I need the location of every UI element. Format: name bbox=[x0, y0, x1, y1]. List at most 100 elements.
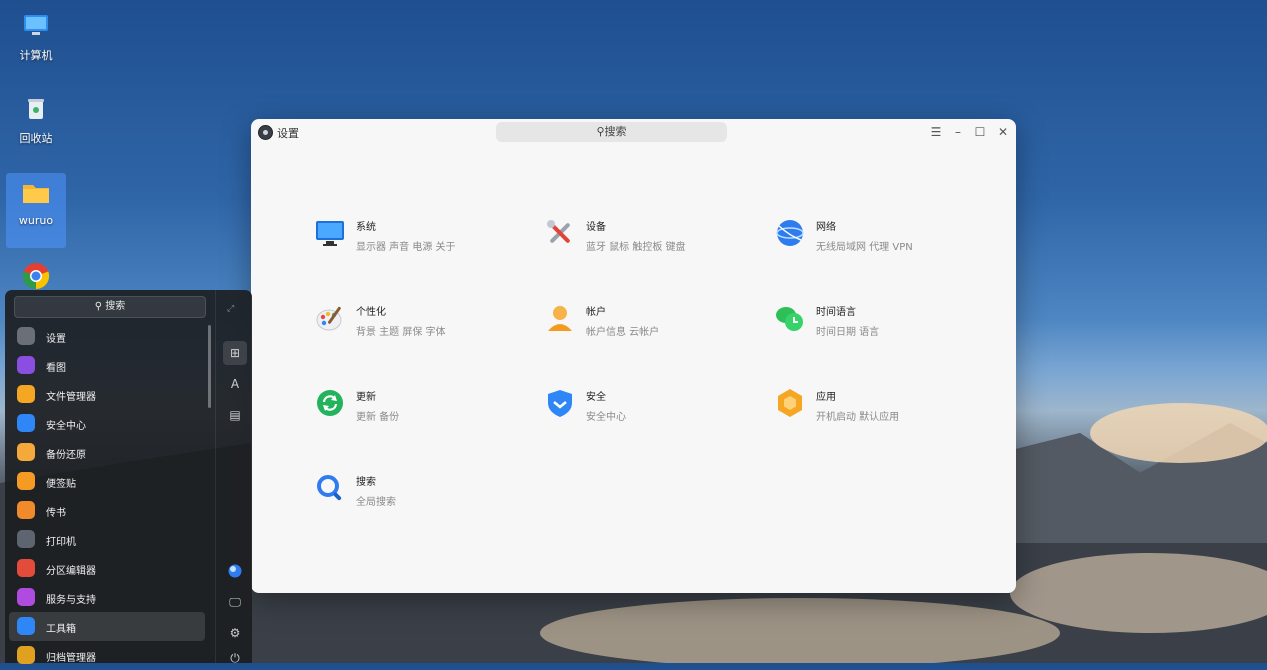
item-title: 应用 bbox=[816, 392, 836, 403]
app-icon bbox=[17, 385, 35, 403]
desktop-icon-label: wuruo bbox=[18, 214, 54, 227]
item-title: 个性化 bbox=[356, 307, 386, 318]
user-icon bbox=[548, 306, 572, 331]
item-subtitle: 时间日期 语言 bbox=[816, 327, 880, 338]
item-subtitle: 更新 备份 bbox=[356, 412, 400, 423]
app-list-scrollbar[interactable] bbox=[208, 325, 211, 408]
settings-window: 设置 ⚲搜索 ☰ – ☐ ✕ 系统 显示器 声音 电源 关于 设备 蓝牙 鼠标 … bbox=[251, 119, 1016, 593]
app-label: 备份还原 bbox=[46, 450, 86, 461]
app-icon bbox=[17, 356, 35, 374]
window-title: 设置 bbox=[277, 127, 299, 140]
globe-icon bbox=[776, 220, 804, 246]
launcher-sidebar: ⊞ A ▤ 🖵 ⚙ ⏻ bbox=[215, 290, 253, 663]
item-title: 搜索 bbox=[356, 477, 376, 488]
power-icon[interactable]: ⏻ bbox=[223, 648, 247, 663]
launcher-app-item[interactable]: 工具箱 bbox=[9, 612, 205, 641]
chat-clock-icon bbox=[776, 307, 803, 331]
minimize-button[interactable]: – bbox=[950, 124, 966, 140]
launcher-app-item[interactable]: 服务与支持 bbox=[9, 583, 205, 612]
settings-item-system[interactable]: 系统 显示器 声音 电源 关于 bbox=[315, 218, 535, 262]
app-icon bbox=[17, 559, 35, 577]
launcher-app-item[interactable]: 打印机 bbox=[9, 525, 205, 554]
desktop-computer-icon[interactable]: 计算机 bbox=[6, 12, 66, 63]
shield-icon bbox=[548, 390, 572, 417]
folder-icon bbox=[23, 185, 49, 203]
maximize-button[interactable]: ☐ bbox=[972, 124, 988, 140]
app-icon bbox=[17, 414, 35, 432]
monitor-icon bbox=[316, 221, 344, 246]
app-icon bbox=[17, 588, 35, 606]
desktop-trash-icon[interactable]: 回收站 bbox=[6, 95, 66, 146]
app-icon bbox=[17, 530, 35, 548]
app-icon bbox=[17, 617, 35, 635]
settings-item-account[interactable]: 帐户 帐户信息 云帐户 bbox=[545, 303, 765, 347]
item-title: 更新 bbox=[356, 392, 376, 403]
launcher-app-item[interactable]: 设置 bbox=[9, 322, 205, 351]
titlebar: 设置 ⚲搜索 ☰ – ☐ ✕ bbox=[251, 119, 1016, 145]
item-subtitle: 开机启动 默认应用 bbox=[816, 412, 900, 423]
settings-item-network[interactable]: 网络 无线局域网 代理 VPN bbox=[775, 218, 995, 262]
app-label: 便签贴 bbox=[46, 479, 76, 490]
app-label: 分区编辑器 bbox=[46, 566, 96, 577]
item-title: 安全 bbox=[586, 392, 606, 403]
palette-icon bbox=[316, 306, 342, 331]
user-avatar-icon[interactable] bbox=[223, 559, 247, 583]
app-label: 归档管理器 bbox=[46, 653, 96, 664]
launcher-app-item[interactable]: 文件管理器 bbox=[9, 380, 205, 409]
settings-item-applications[interactable]: 应用 开机启动 默认应用 bbox=[775, 388, 995, 432]
desktop-icon-label: 计算机 bbox=[19, 49, 53, 62]
item-title: 帐户 bbox=[586, 307, 606, 318]
search-icon: ⚲ bbox=[596, 125, 605, 138]
item-subtitle: 安全中心 bbox=[586, 412, 626, 423]
launcher-app-item[interactable]: 备份还原 bbox=[9, 438, 205, 467]
settings-app-icon bbox=[258, 125, 273, 140]
item-title: 时间语言 bbox=[816, 307, 856, 318]
start-menu: ⚲ 搜索 ⤢ 设置 看图 文件管理器 安全中心 备份还原 便签贴 传书 打印机 分区编辑器 服务与… bbox=[5, 290, 253, 664]
letter-sort-icon[interactable]: A bbox=[223, 372, 247, 396]
app-label: 看图 bbox=[46, 363, 66, 374]
launcher-app-item[interactable]: 看图 bbox=[9, 351, 205, 380]
settings-item-devices[interactable]: 设备 蓝牙 鼠标 触控板 键盘 bbox=[545, 218, 765, 262]
launcher-app-item[interactable]: 安全中心 bbox=[9, 409, 205, 438]
menu-button[interactable]: ☰ bbox=[928, 124, 944, 140]
settings-item-search[interactable]: 搜索 全局搜索 bbox=[315, 473, 535, 517]
launcher-search-input[interactable]: ⚲ 搜索 bbox=[14, 296, 206, 318]
settings-item-security[interactable]: 安全 安全中心 bbox=[545, 388, 765, 432]
settings-item-time-language[interactable]: 时间语言 时间日期 语言 bbox=[775, 303, 995, 347]
search-icon: ⚲ bbox=[94, 301, 106, 312]
launcher-app-item[interactable]: 便签贴 bbox=[9, 467, 205, 496]
desktop-folder-icon[interactable]: wuruo bbox=[6, 173, 66, 248]
grid-view-icon[interactable]: ⊞ bbox=[223, 341, 247, 365]
app-hexagon-icon bbox=[778, 389, 802, 417]
settings-item-personalization[interactable]: 个性化 背景 主题 屏保 字体 bbox=[315, 303, 535, 347]
launcher-search-placeholder: 搜索 bbox=[105, 301, 126, 312]
category-icon[interactable]: ▤ bbox=[223, 403, 247, 427]
item-subtitle: 全局搜索 bbox=[356, 497, 396, 508]
app-icon bbox=[17, 443, 35, 461]
app-icon bbox=[17, 327, 35, 345]
app-icon bbox=[17, 646, 35, 664]
item-subtitle: 蓝牙 鼠标 触控板 键盘 bbox=[586, 242, 686, 253]
search-input[interactable]: ⚲搜索 bbox=[496, 122, 727, 142]
launcher-app-item[interactable]: 传书 bbox=[9, 496, 205, 525]
magnifier-icon bbox=[317, 475, 342, 501]
launcher-app-item[interactable]: 分区编辑器 bbox=[9, 554, 205, 583]
app-label: 工具箱 bbox=[46, 624, 76, 635]
app-label: 打印机 bbox=[46, 537, 76, 548]
tools-icon bbox=[547, 220, 570, 243]
gear-icon[interactable]: ⚙ bbox=[223, 621, 247, 645]
item-title: 设备 bbox=[586, 222, 606, 233]
display-icon[interactable]: 🖵 bbox=[223, 590, 247, 614]
item-subtitle: 帐户信息 云帐户 bbox=[586, 327, 660, 338]
trash-icon bbox=[28, 99, 44, 119]
item-title: 系统 bbox=[356, 222, 376, 233]
app-label: 安全中心 bbox=[46, 421, 86, 432]
desktop-chrome-icon[interactable] bbox=[6, 262, 66, 290]
app-icon bbox=[17, 501, 35, 519]
settings-item-update[interactable]: 更新 更新 备份 bbox=[315, 388, 535, 432]
item-subtitle: 背景 主题 屏保 字体 bbox=[356, 327, 446, 338]
chrome-icon bbox=[22, 263, 50, 290]
refresh-icon bbox=[317, 390, 343, 416]
launcher-app-item[interactable]: 归档管理器 bbox=[9, 641, 205, 670]
close-button[interactable]: ✕ bbox=[995, 124, 1011, 140]
